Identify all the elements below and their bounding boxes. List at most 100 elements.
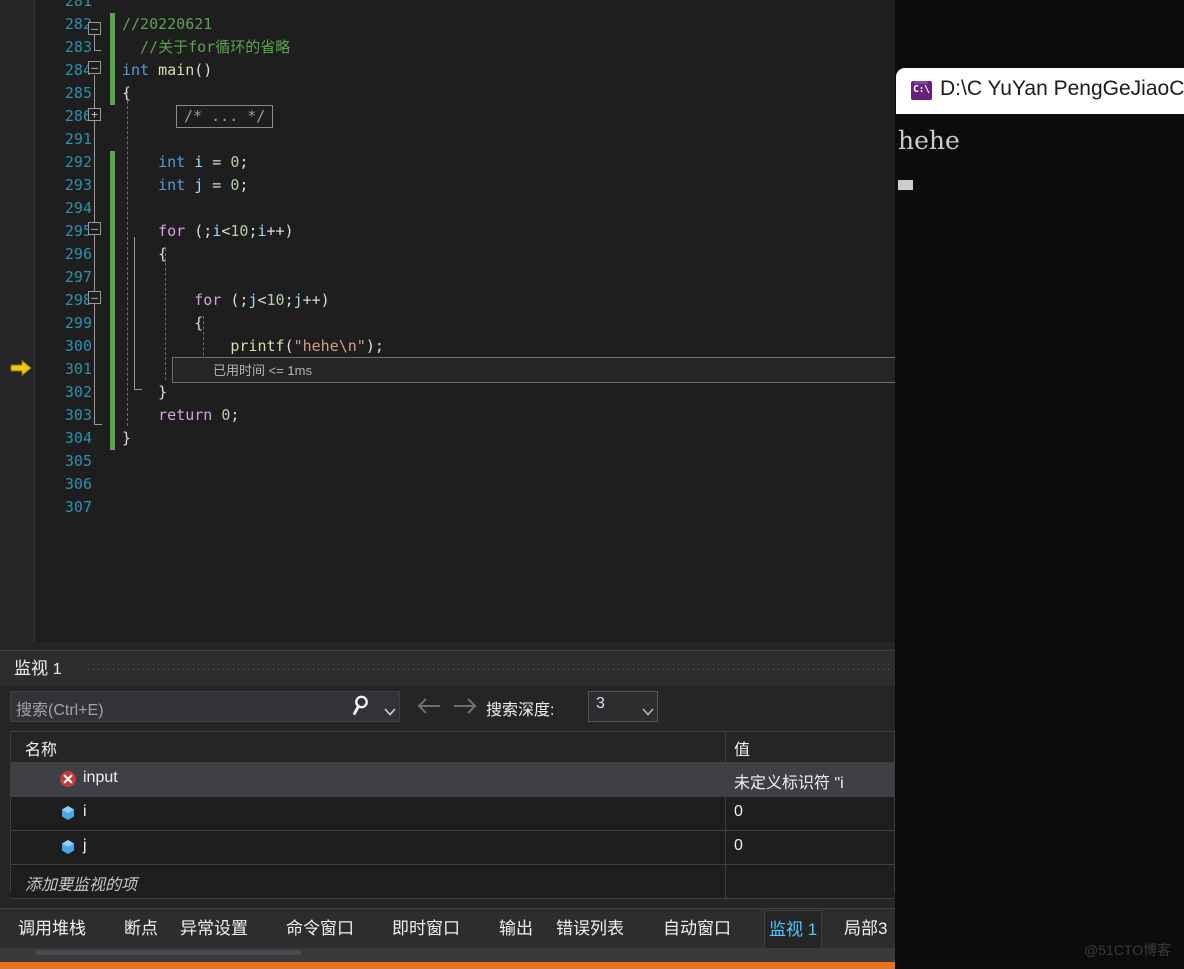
outlining-expand-286[interactable]: + — [88, 108, 101, 121]
table-row[interactable]: j 0 — [11, 831, 894, 865]
watch-row-name-cell[interactable]: j — [11, 831, 726, 864]
outlining-elbow — [134, 389, 142, 390]
code-line[interactable]: 293 int j = 0; — [34, 174, 895, 197]
code-line[interactable]: 286 — [34, 105, 895, 128]
outlining-elbow — [94, 424, 102, 425]
outlining-vertical-line — [134, 237, 135, 389]
changed-lines-indicator — [110, 13, 115, 36]
line-number: 291 — [64, 130, 92, 148]
search-dropdown-chevron-down-icon[interactable] — [384, 703, 396, 721]
code-line[interactable]: 299 { — [34, 312, 895, 335]
watermark: @51CTO博客 — [1084, 942, 1172, 958]
code-line[interactable]: 302 } — [34, 381, 895, 404]
changed-lines-indicator — [110, 243, 115, 266]
changed-lines-indicator — [110, 312, 115, 335]
watch-add-item-placeholder: 添加要监视的项 — [25, 877, 138, 894]
code-line-text: return 0; — [158, 406, 240, 424]
code-line[interactable]: 284 int main() — [34, 59, 895, 82]
outlining-collapse-282[interactable]: – — [88, 22, 101, 35]
outlining-collapse-295[interactable]: – — [88, 222, 101, 235]
search-depth-chevron-down-icon[interactable] — [642, 703, 654, 721]
code-line[interactable]: 298 for (;j<10;j++) — [34, 289, 895, 312]
code-line[interactable]: 307 — [34, 496, 895, 519]
dock-tab-label: 即时窗口 — [392, 919, 460, 938]
panel-drag-grip[interactable] — [86, 662, 891, 673]
watch-row-name: i — [83, 803, 87, 820]
line-number: 299 — [64, 314, 92, 332]
code-line[interactable]: 282 //20220621 — [34, 13, 895, 36]
code-line[interactable]: 303 return 0; — [34, 404, 895, 427]
console-app-icon: C:\ — [911, 81, 932, 100]
watch-row-value-cell[interactable]: 0 — [726, 831, 894, 864]
dock-tab-7[interactable]: 自动窗口 — [659, 910, 735, 948]
dock-tab-3[interactable]: 命令窗口 — [282, 910, 358, 948]
code-line[interactable]: 306 — [34, 473, 895, 496]
watch-panel-title: 监视 1 — [14, 654, 62, 679]
code-editor[interactable]: 281 282 //20220621 283 //关于for循环的省略 284 int m… — [0, 0, 895, 642]
code-line[interactable]: 305 — [34, 450, 895, 473]
dock-tab-8[interactable]: 监视 1 — [764, 910, 823, 948]
code-line[interactable]: 283 //关于for循环的省略 — [34, 36, 895, 59]
watch-column-header-value[interactable]: 值 — [726, 732, 894, 762]
dock-tab-6[interactable]: 错误列表 — [552, 910, 628, 948]
dock-tab-0[interactable]: 调用堆栈 — [14, 910, 90, 948]
dock-tab-5[interactable]: 输出 — [495, 910, 537, 948]
code-line[interactable]: 281 — [34, 0, 895, 13]
line-number: 306 — [64, 475, 92, 493]
watch-row-value: 0 — [734, 837, 743, 854]
code-line[interactable]: 304} — [34, 427, 895, 450]
changed-lines-indicator — [110, 82, 115, 105]
console-app-icon-text: C:\ — [913, 84, 930, 95]
dock-tab-label: 异常设置 — [180, 919, 248, 938]
watch-row-name-cell[interactable]: input — [11, 763, 726, 796]
changed-lines-indicator — [110, 427, 115, 450]
dock-tab-9[interactable]: 局部3 — [840, 910, 891, 948]
outlining-collapse-284[interactable]: – — [88, 61, 101, 74]
collapsed-region-box[interactable]: /* ... */ — [176, 105, 274, 128]
line-number: 305 — [64, 452, 92, 470]
search-nav-back-arrow-left-icon[interactable] — [416, 696, 442, 721]
watch-grid[interactable]: 名称 值 input 未定义标识符 "i i 0 j 0 添加要监视的项 — [10, 731, 895, 899]
code-line[interactable]: 295 for (;i<10;i++) — [34, 220, 895, 243]
dock-tab-1[interactable]: 断点 — [120, 910, 162, 948]
console-output-area[interactable]: hehe — [896, 114, 1184, 969]
watch-add-item-row[interactable]: 添加要监视的项 — [11, 865, 894, 899]
changed-lines-indicator — [110, 59, 115, 82]
console-output-text: hehe — [898, 126, 960, 155]
watch-row-value-cell[interactable]: 未定义标识符 "i — [726, 763, 894, 796]
watch-add-item-cell[interactable]: 添加要监视的项 — [11, 865, 726, 898]
watch-column-header-name[interactable]: 名称 — [11, 732, 726, 762]
console-window[interactable]: C:\ D:\C YuYan PengGeJiaoC hehe — [896, 68, 1184, 969]
code-line-text: } — [122, 383, 168, 401]
code-line[interactable]: 292 int i = 0; — [34, 151, 895, 174]
dock-tab-4[interactable]: 即时窗口 — [388, 910, 464, 948]
status-bar — [0, 962, 895, 969]
line-number: 281 — [64, 0, 92, 10]
error-icon — [59, 770, 77, 788]
code-line[interactable]: 296 { — [34, 243, 895, 266]
code-line[interactable]: 291 — [34, 128, 895, 151]
dock-tab-2[interactable]: 异常设置 — [176, 910, 252, 948]
table-row[interactable]: input 未定义标识符 "i — [11, 763, 894, 797]
console-titlebar[interactable]: C:\ D:\C YuYan PengGeJiaoC — [896, 68, 1184, 114]
watch-row-name: input — [83, 769, 118, 786]
watch-add-item-value-cell[interactable] — [726, 865, 894, 898]
code-line[interactable]: 300 printf("hehe\n"); — [34, 335, 895, 358]
search-icon[interactable] — [352, 694, 376, 723]
code-line[interactable]: 297 — [34, 266, 895, 289]
line-number: 286 — [64, 107, 92, 125]
code-line[interactable]: 285{ — [34, 82, 895, 105]
code-line-text: { — [122, 245, 168, 263]
search-nav-forward-arrow-right-icon[interactable] — [452, 696, 478, 721]
code-text-area[interactable]: 281 282 //20220621 283 //关于for循环的省略 284 int m… — [34, 0, 895, 642]
editor-indicator-margin[interactable] — [0, 0, 35, 642]
watch-row-name-cell[interactable]: i — [11, 797, 726, 830]
watch-row-value-cell[interactable]: 0 — [726, 797, 894, 830]
changed-lines-indicator — [110, 197, 115, 220]
outlining-collapse-298[interactable]: – — [88, 291, 101, 304]
code-line[interactable]: 294 — [34, 197, 895, 220]
indent-guide — [165, 248, 166, 380]
watch-title-text: 监视 — [14, 659, 48, 678]
dock-tab-label: 命令窗口 — [286, 919, 354, 938]
table-row[interactable]: i 0 — [11, 797, 894, 831]
